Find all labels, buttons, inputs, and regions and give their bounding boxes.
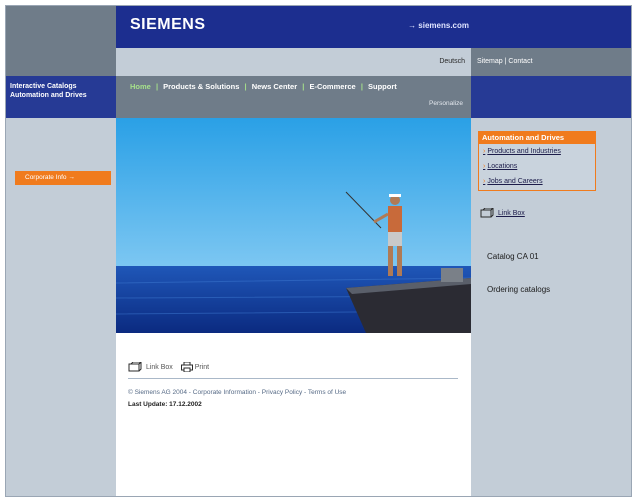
nav-separator: | bbox=[155, 82, 159, 91]
link-box-icon bbox=[128, 362, 142, 372]
automation-drives-box: Automation and Drives › Products and Indu… bbox=[478, 131, 596, 191]
right-nav-block bbox=[471, 76, 631, 118]
left-subheader-block bbox=[6, 48, 116, 76]
content-tools: Link Box Print bbox=[128, 362, 209, 372]
nav-separator: | bbox=[360, 82, 363, 91]
left-header-block bbox=[6, 6, 116, 48]
right-header-block bbox=[471, 6, 631, 48]
main-nav: Home | Products & Solutions | News Cente… bbox=[116, 76, 471, 118]
nav-products-solutions[interactable]: Products & Solutions bbox=[163, 82, 239, 91]
hero-image-fisherman bbox=[116, 118, 471, 333]
catalog-title-line2: Automation and Drives bbox=[10, 92, 87, 99]
nav-e-commerce[interactable]: E-Commerce bbox=[309, 82, 355, 91]
link-jobs-careers[interactable]: › Jobs and Careers bbox=[479, 174, 595, 189]
ordering-catalogs-link[interactable]: Ordering catalogs bbox=[487, 285, 550, 294]
link-locations[interactable]: › Locations bbox=[479, 159, 595, 174]
nav-news-center[interactable]: News Center bbox=[252, 82, 297, 91]
print-icon bbox=[180, 362, 193, 372]
language-link[interactable]: Deutsch bbox=[439, 58, 465, 65]
right-link-box[interactable]: Link Box bbox=[480, 208, 525, 218]
arrow-icon: › bbox=[483, 178, 486, 185]
header-bar: SIEMENS → siemens.com bbox=[116, 6, 471, 48]
nav-home[interactable]: Home bbox=[130, 82, 151, 91]
page-frame: SIEMENS → siemens.com Deutsch Sitemap | … bbox=[5, 5, 632, 497]
content-divider bbox=[128, 378, 458, 379]
catalog-title-line1: Interactive Catalogs bbox=[10, 83, 77, 90]
nav-support[interactable]: Support bbox=[368, 82, 397, 91]
language-bar: Deutsch bbox=[116, 48, 471, 76]
content-link-box[interactable]: Link Box bbox=[128, 362, 175, 372]
link-products-industries[interactable]: › Products and Industries bbox=[479, 144, 595, 159]
link-box-icon bbox=[480, 208, 494, 218]
catalog-title: Interactive Catalogs Automation and Driv… bbox=[6, 76, 116, 118]
catalog-ca01-link[interactable]: Catalog CA 01 bbox=[487, 252, 539, 261]
corporate-info-button[interactable]: Corporate Info → bbox=[15, 171, 111, 185]
sitemap-contact-links[interactable]: Sitemap | Contact bbox=[477, 58, 533, 65]
hero-illustration bbox=[116, 118, 471, 333]
nav-separator: | bbox=[244, 82, 247, 91]
siemens-com-link[interactable]: → siemens.com bbox=[408, 21, 469, 30]
arrow-icon: › bbox=[483, 148, 486, 155]
box-title: Automation and Drives bbox=[479, 132, 595, 144]
siemens-logo[interactable]: SIEMENS bbox=[130, 16, 206, 34]
print-link[interactable]: Print bbox=[180, 362, 209, 372]
nav-links: Home | Products & Solutions | News Cente… bbox=[130, 82, 397, 91]
personalize-link[interactable]: Personalize bbox=[429, 100, 463, 107]
last-update: Last Update: 17.12.2002 bbox=[128, 401, 202, 408]
nav-separator: | bbox=[302, 82, 305, 91]
arrow-icon: › bbox=[483, 163, 486, 170]
footer-links[interactable]: © Siemens AG 2004 - Corporate Informatio… bbox=[128, 389, 346, 396]
utility-bar: Sitemap | Contact bbox=[471, 48, 631, 76]
